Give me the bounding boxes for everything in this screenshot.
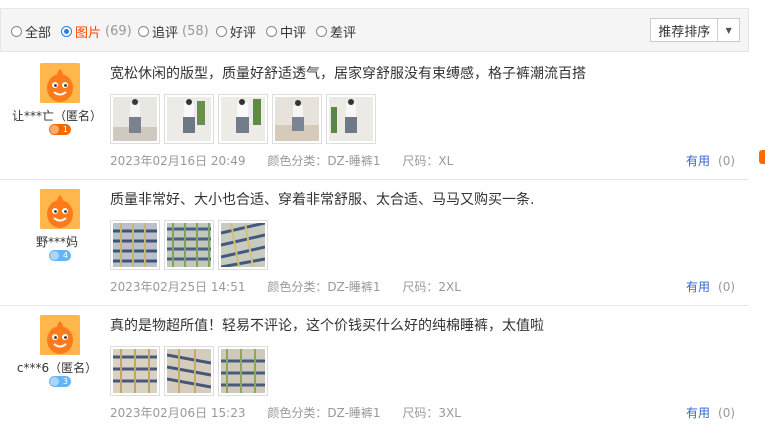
mascot-icon <box>40 63 80 103</box>
sku-color: 颜色分类：DZ-睡裤1 <box>267 154 381 168</box>
radio-icon[interactable] <box>216 26 227 37</box>
filter-positive-label: 好评 <box>230 26 257 41</box>
sku-size: 尺码：2XL <box>402 280 461 294</box>
filter-images[interactable]: 图片 (69) <box>61 22 132 41</box>
review-photo-thumb[interactable] <box>272 94 322 144</box>
sku-color: 颜色分类：DZ-睡裤1 <box>267 406 381 420</box>
review-photo-thumb[interactable] <box>164 94 214 144</box>
useful-count: (0) <box>718 154 736 168</box>
review-meta: 2023年02月25日 14:51 颜色分类：DZ-睡裤1 尺码：2XL <box>110 278 479 295</box>
review-item: 野***妈 4 质量非常好、大小也合适、穿着非常舒服、太合适、马马又购买一条. <box>0 180 749 306</box>
review-photo-thumb[interactable] <box>110 94 160 144</box>
review-photo-thumb[interactable] <box>326 94 376 144</box>
user-level-badge: 4 <box>49 250 71 261</box>
review-photo-thumb[interactable] <box>164 220 214 270</box>
filter-images-count: (69) <box>105 24 132 39</box>
review-item: 让***亡（匿名） 1 宽松休闲的版型，质量好舒适透气，居家穿舒服没有束缚感，格… <box>0 54 749 180</box>
review-photo-thumb[interactable] <box>110 346 160 396</box>
review-photo-thumb[interactable] <box>164 346 214 396</box>
filter-followup[interactable]: 追评 (58) <box>138 22 209 41</box>
radio-icon[interactable] <box>138 26 149 37</box>
radio-icon[interactable] <box>316 26 327 37</box>
mascot-icon <box>40 189 80 229</box>
sort-label: 推荐排序 <box>658 24 711 40</box>
useful-label: 有用 <box>686 406 711 420</box>
avatar[interactable] <box>40 315 80 355</box>
photo-image <box>113 349 157 393</box>
filter-followup-label: 追评 <box>152 26 179 41</box>
radio-icon[interactable] <box>11 26 22 37</box>
photo-image <box>329 97 373 141</box>
side-tab[interactable] <box>759 150 765 164</box>
user-level-badge: 1 <box>49 124 71 135</box>
useful-button[interactable]: 有用 (0) <box>686 152 735 169</box>
review-photo-thumb[interactable] <box>218 346 268 396</box>
review-meta: 2023年02月16日 20:49 颜色分类：DZ-睡裤1 尺码：XL <box>110 152 471 169</box>
review-photo-thumb[interactable] <box>218 220 268 270</box>
useful-button[interactable]: 有用 (0) <box>686 404 735 421</box>
photo-image <box>167 223 211 267</box>
review-meta: 2023年02月06日 15:23 颜色分类：DZ-睡裤1 尺码：3XL <box>110 404 479 421</box>
filter-neutral[interactable]: 中评 <box>266 22 306 41</box>
chevron-down-icon[interactable]: ▼ <box>717 19 739 41</box>
reviewer-name: 野***妈 <box>35 235 78 249</box>
photo-image <box>166 349 212 393</box>
photo-image <box>221 349 265 393</box>
useful-count: (0) <box>718 280 736 294</box>
review-item: c***6（匿名） 3 真的是物超所值！轻易不评论，这个价钱买什么好的纯棉睡裤，… <box>0 306 749 432</box>
review-photo-thumb[interactable] <box>110 220 160 270</box>
user-level-badge: 3 <box>49 376 71 387</box>
filter-followup-count: (58) <box>182 24 209 39</box>
radio-selected-icon[interactable] <box>61 26 72 37</box>
review-filter-bar: 全部 图片 (69) 追评 (58) 好评 中评 差评 推荐排序 ▼ <box>0 8 749 52</box>
filter-positive[interactable]: 好评 <box>216 22 256 41</box>
filter-neutral-label: 中评 <box>280 26 307 41</box>
sku-size: 尺码：XL <box>402 154 454 168</box>
review-text: 真的是物超所值！轻易不评论，这个价钱买什么好的纯棉睡裤，太值啦 <box>110 318 544 334</box>
filter-all[interactable]: 全部 <box>11 22 51 41</box>
filter-images-label: 图片 <box>75 26 102 41</box>
photo-image <box>221 97 265 141</box>
photo-image <box>167 97 211 141</box>
mascot-icon <box>40 315 80 355</box>
review-text: 宽松休闲的版型，质量好舒适透气，居家穿舒服没有束缚感，格子裤潮流百搭 <box>110 66 586 82</box>
review-text: 质量非常好、大小也合适、穿着非常舒服、太合适、马马又购买一条. <box>110 192 535 208</box>
photo-image <box>275 97 319 141</box>
reviewer-name: c***6（匿名） <box>16 361 98 375</box>
reviewer-name: 让***亡（匿名） <box>11 109 102 123</box>
radio-icon[interactable] <box>266 26 277 37</box>
avatar[interactable] <box>40 189 80 229</box>
filter-negative-label: 差评 <box>330 26 357 41</box>
useful-label: 有用 <box>686 154 711 168</box>
review-date: 2023年02月16日 20:49 <box>110 154 246 168</box>
sku-size: 尺码：3XL <box>402 406 461 420</box>
review-date: 2023年02月06日 15:23 <box>110 406 246 420</box>
useful-label: 有用 <box>686 280 711 294</box>
filter-all-label: 全部 <box>25 26 52 41</box>
sort-dropdown[interactable]: 推荐排序 ▼ <box>650 18 740 42</box>
photo-image <box>113 223 157 267</box>
review-photo-thumb[interactable] <box>218 94 268 144</box>
sku-color: 颜色分类：DZ-睡裤1 <box>267 280 381 294</box>
photo-image <box>220 221 266 269</box>
photo-image <box>113 97 157 141</box>
useful-button[interactable]: 有用 (0) <box>686 278 735 295</box>
filter-negative[interactable]: 差评 <box>316 22 356 41</box>
review-date: 2023年02月25日 14:51 <box>110 280 246 294</box>
avatar[interactable] <box>40 63 80 103</box>
useful-count: (0) <box>718 406 736 420</box>
